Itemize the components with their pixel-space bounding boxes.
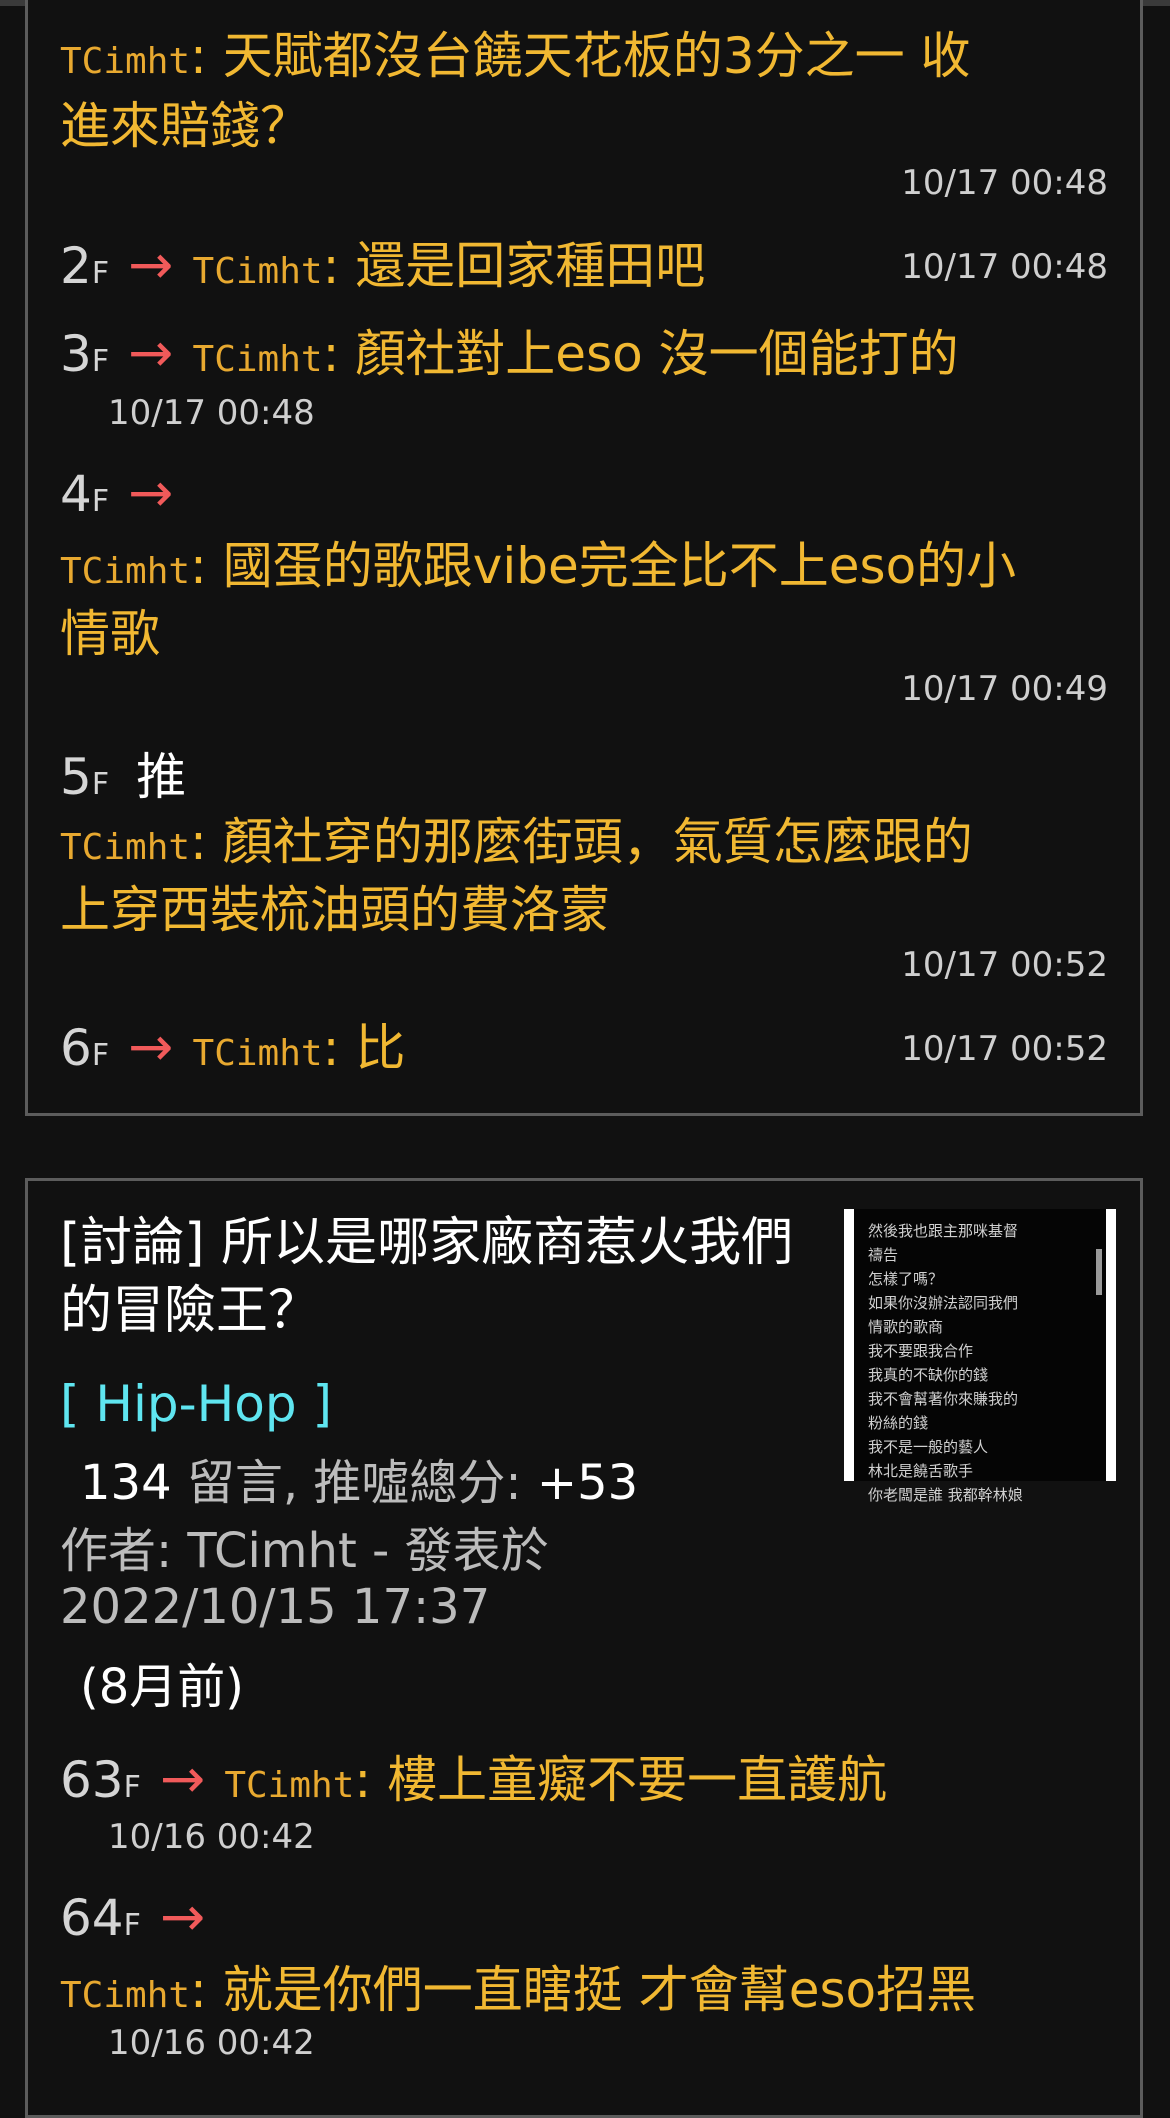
comment-item: 2F → TCimht: 還是回家種田吧 — [60, 233, 706, 296]
post-card-comments[interactable]: TCimht: 天賦都沒台饒天花板的3分之一 收 進來賠錢？ 10/17 00:… — [25, 0, 1143, 1116]
neutral-arrow-icon: → — [159, 1885, 206, 1948]
post-author: 作者: TCimht - 發表於 — [60, 1523, 549, 1579]
comment-text: 顏社穿的那麼街頭，氣質怎麼跟的 — [222, 813, 973, 871]
comment-floor: 5F — [60, 748, 110, 806]
comment-user-id[interactable]: TCimht — [193, 339, 323, 380]
neutral-arrow-icon: → — [128, 321, 174, 384]
post-stats: 134 留言, 推噓總分: +53 — [80, 1443, 638, 1513]
neutral-arrow-icon: → — [128, 461, 174, 524]
comment-text-cont: 進來賠錢？ — [60, 97, 310, 155]
comment-floor: 3F — [60, 325, 110, 383]
comment-floor: 64F — [60, 1889, 141, 1947]
comment-text: 天賦都沒台饒天花板的3分之一 收 — [222, 27, 971, 85]
comment-text: 比 — [355, 1019, 406, 1077]
comment-text: 顏社對上eso 沒一個能打的 — [355, 325, 959, 383]
post-card[interactable]: [討論] 所以是哪家廠商惹火我們的冒險王？ 然後我也跟主那咪基督 禱告 怎樣了嗎… — [25, 1178, 1143, 2118]
comment-user-id[interactable]: TCimht — [193, 251, 323, 292]
comment-time: 10/17 00:52 — [901, 945, 1108, 985]
comment-user-id[interactable]: TCimht — [224, 1765, 354, 1806]
comment-time: 10/17 00:49 — [901, 669, 1108, 709]
comment-item: 63F → TCimht: 樓上童癡不要一直護航 — [60, 1747, 888, 1810]
comment-item: 4F → — [60, 461, 173, 524]
comment-time: 10/17 00:48 — [901, 163, 1108, 203]
comment-text: 國蛋的歌跟vibe完全比不上eso的小 — [222, 537, 1017, 595]
post-thumbnail[interactable]: 然後我也跟主那咪基督 禱告 怎樣了嗎？ 如果你沒辦法認同我們 情歌的歌商 我不要… — [844, 1209, 1116, 1504]
comment-body: TCimht: 國蛋的歌跟vibe完全比不上eso的小 — [60, 537, 1017, 595]
stats-label: 留言, 推噓總分: — [171, 1455, 537, 1511]
comment-user-id[interactable]: TCimht — [60, 827, 190, 868]
comment-item: TCimht: 天賦都沒台饒天花板的3分之一 收 — [60, 27, 971, 85]
comment-text: 就是你們一直瞎挺 才會幫eso招黑 — [222, 1961, 977, 2019]
score: +53 — [536, 1455, 639, 1511]
thumbnail-image: 然後我也跟主那咪基督 禱告 怎樣了嗎？ 如果你沒辦法認同我們 情歌的歌商 我不要… — [854, 1209, 1106, 1504]
comment-item: 64F → — [60, 1885, 205, 1948]
board-tag[interactable]: [ Hip-Hop ] — [60, 1375, 332, 1433]
push-tag: 推 — [136, 748, 187, 806]
comment-time: 10/16 00:42 — [108, 2023, 315, 2063]
comment-time: 10/17 00:52 — [901, 1029, 1108, 1069]
comment-text: 樓上童癡不要一直護航 — [387, 1751, 888, 1809]
comment-floor: 6F — [60, 1019, 110, 1077]
comment-item: 3F → TCimht: 顏社對上eso 沒一個能打的 — [60, 321, 959, 384]
comment-time: 10/17 00:48 — [901, 247, 1108, 287]
neutral-arrow-icon: → — [159, 1747, 206, 1810]
comment-floor: 63F — [60, 1751, 141, 1809]
thumbnail-scrollbar — [1096, 1249, 1102, 1295]
comment-text-cont: 上穿西裝梳油頭的費洛蒙 — [60, 881, 610, 939]
comment-floor: 2F — [60, 237, 110, 295]
comment-user-id[interactable]: TCimht — [60, 41, 190, 82]
comment-body: TCimht: 就是你們一直瞎挺 才會幫eso招黑 — [60, 1961, 977, 2019]
comment-text-cont: 情歌 — [60, 605, 160, 663]
neutral-arrow-icon: → — [128, 1015, 174, 1078]
comment-time: 10/16 00:42 — [108, 1817, 315, 1857]
comment-user-id[interactable]: TCimht — [60, 1975, 190, 2016]
post-title[interactable]: [討論] 所以是哪家廠商惹火我們的冒險王？ — [60, 1209, 800, 1345]
neutral-arrow-icon: → — [128, 233, 174, 296]
comment-time: 10/17 00:48 — [108, 393, 315, 433]
comment-item: 6F → TCimht: 比 — [60, 1015, 406, 1078]
comment-user-id[interactable]: TCimht — [193, 1033, 323, 1074]
post-relative-time: (8月前) — [80, 1659, 244, 1715]
comment-text: 還是回家種田吧 — [355, 237, 706, 295]
comment-floor: 4F — [60, 465, 110, 523]
comment-user-id[interactable]: TCimht — [60, 551, 190, 592]
comment-count: 134 — [80, 1455, 172, 1511]
post-date: 2022/10/15 17:37 — [60, 1579, 491, 1635]
comment-body: TCimht: 顏社穿的那麼街頭，氣質怎麼跟的 — [60, 813, 973, 871]
comment-item: 5F 推 — [60, 737, 186, 809]
